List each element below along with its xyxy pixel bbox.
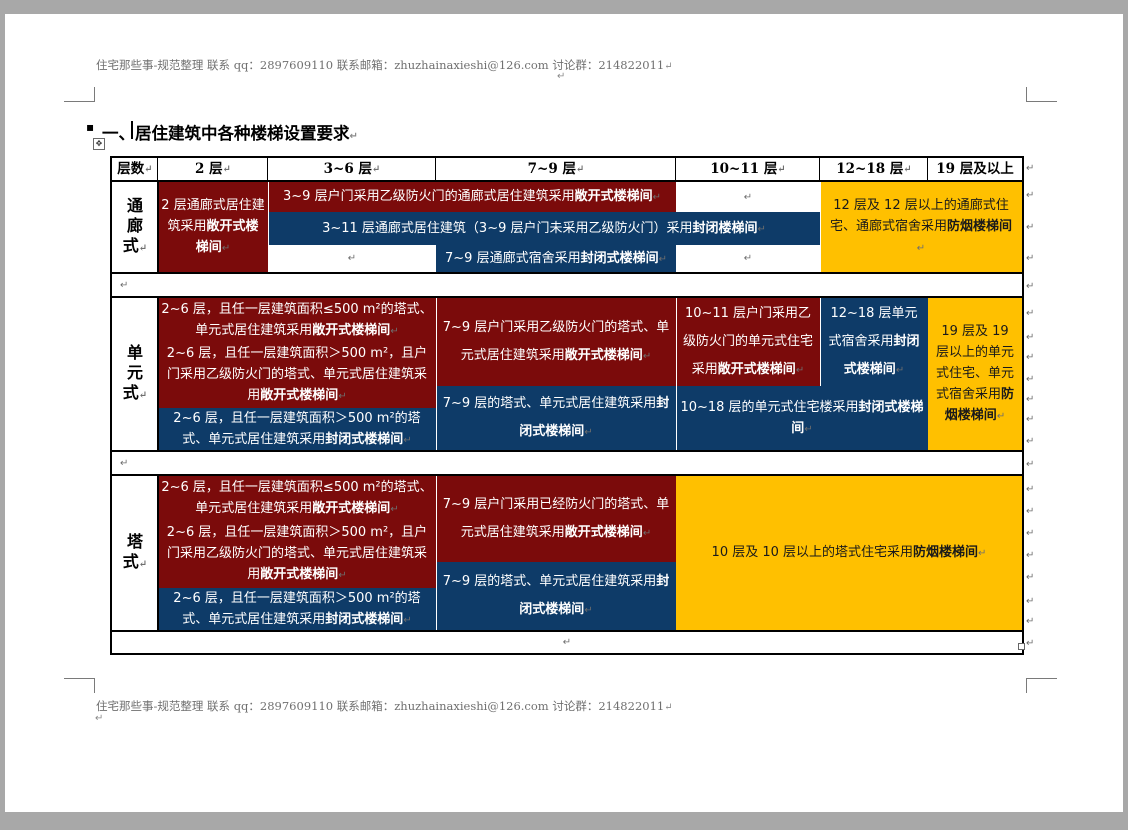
- col-border: [267, 156, 268, 182]
- row-border: [110, 450, 1024, 452]
- col-border: [675, 156, 676, 182]
- row-border: [110, 180, 1024, 182]
- table-move-handle-icon[interactable]: ✥: [93, 138, 105, 150]
- paragraph-mark: ↵: [557, 71, 566, 82]
- col-border: [157, 298, 159, 450]
- paragraph-mark: ↵: [95, 713, 104, 724]
- table-resize-handle[interactable]: [1018, 643, 1025, 650]
- col-border: [435, 156, 436, 182]
- page-footer[interactable]: 住宅那些事-规范整理 联系 qq：2897609110 联系邮箱：zhuzhai…: [96, 698, 673, 714]
- row-border: [110, 630, 1024, 632]
- row-border: [110, 296, 1024, 298]
- row-border: [110, 272, 1024, 274]
- margin-corner-mark: [64, 678, 95, 693]
- margin-corner-mark: [1026, 87, 1057, 102]
- col-border: [157, 182, 159, 272]
- table-border: [110, 156, 1024, 655]
- col-border: [927, 156, 928, 182]
- text-cursor: [131, 121, 133, 139]
- list-bullet: ▪: [86, 120, 95, 134]
- col-border: [819, 156, 820, 182]
- col-border: [157, 156, 158, 182]
- margin-corner-mark: [1026, 678, 1057, 693]
- row-border: [110, 474, 1024, 476]
- col-border: [157, 476, 159, 630]
- page-header[interactable]: 住宅那些事-规范整理 联系 qq：2897609110 联系邮箱：zhuzhai…: [96, 57, 673, 73]
- margin-corner-mark: [64, 87, 95, 102]
- section-heading[interactable]: 一、居住建筑中各种楼梯设置要求↵: [102, 120, 358, 144]
